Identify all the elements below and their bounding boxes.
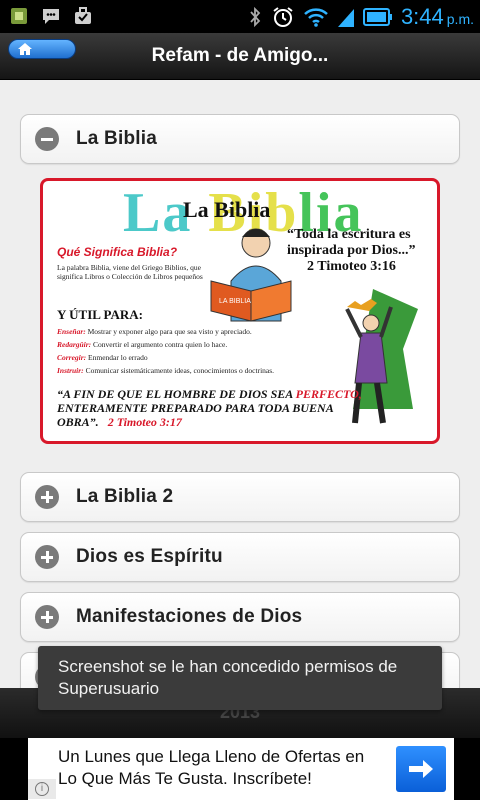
notification-icons	[8, 5, 94, 27]
uses-list: Enseñar: Mostrar y exponer algo para que…	[57, 325, 274, 377]
use-item: Corregir: Enmendar lo errado	[57, 353, 148, 362]
signal-icon	[337, 9, 354, 27]
wifi-icon	[304, 8, 328, 27]
sms-icon	[43, 9, 59, 24]
ad-info-button[interactable]: i	[28, 779, 56, 799]
status-bar: 3:44 p.m.	[0, 0, 480, 33]
ad-banner[interactable]: Un Lunes que Llega Lleno de Ofertas en L…	[0, 738, 480, 800]
action-bar: Refam - de Amigo...	[0, 33, 480, 80]
accordion-item-manifestaciones-de-dios[interactable]: Manifestaciones de Dios	[20, 592, 460, 642]
system-icons: 3:44 p.m.	[247, 2, 474, 32]
accordion-label: La Biblia 2	[76, 486, 174, 507]
book-label: LA BIBLIA	[219, 298, 251, 305]
plus-circle-icon	[35, 485, 59, 509]
use-item: Redargüir: Convertir el argumento contra…	[57, 340, 228, 349]
accordion-label: Dios es Espíritu	[76, 546, 223, 567]
briefcase-icon	[75, 7, 91, 24]
question-heading: Qué Significa Biblia?	[57, 245, 178, 259]
use-item: Instruir: Comunicar sistemáticamente ide…	[57, 366, 275, 375]
accordion-label: La Biblia	[76, 128, 157, 149]
accordion-label: Manifestaciones de Dios	[76, 606, 303, 627]
toast-message: Screenshot se le han concedido permisos …	[38, 646, 442, 710]
plus-circle-icon	[35, 545, 59, 569]
battery-icon	[362, 8, 392, 26]
plus-circle-icon	[35, 605, 59, 629]
minus-circle-icon	[35, 127, 59, 151]
accordion-item-dios-es-espiritu[interactable]: Dios es Espíritu	[20, 532, 460, 582]
bible-quote: “Toda la escritura es inspirada por Dios…	[287, 227, 416, 274]
clock: 3:44 p.m.	[400, 4, 474, 29]
util-heading: Y ÚTIL PARA:	[57, 307, 143, 322]
accordion-item-la-biblia[interactable]: La Biblia	[20, 114, 460, 164]
content-area[interactable]: La Biblia La Biblia La Biblia LA BIBLIA …	[0, 80, 480, 738]
bluetooth-icon	[250, 6, 261, 28]
final-verse: “A FIN DE QUE EL HOMBRE DE DIOS SEA PERF…	[57, 387, 362, 429]
ad-action-button[interactable]	[396, 746, 446, 792]
bible-image: La Biblia La Biblia LA BIBLIA “Toda la e…	[40, 178, 440, 444]
ad-text[interactable]: Un Lunes que Llega Lleno de Ofertas en L…	[58, 746, 378, 790]
usb-icon	[11, 8, 27, 24]
use-item: Enseñar: Mostrar y exponer algo para que…	[57, 327, 252, 336]
arrow-right-icon	[409, 760, 433, 778]
accordion-item-la-biblia-2[interactable]: La Biblia 2	[20, 472, 460, 522]
alarm-icon	[273, 7, 293, 27]
ad-content[interactable]: Un Lunes que Llega Lleno de Ofertas en L…	[28, 738, 454, 800]
info-icon: i	[35, 782, 49, 796]
page-title: Refam - de Amigo...	[151, 45, 329, 66]
bible-image-title: La Biblia	[183, 197, 271, 222]
question-description: La palabra Biblia, viene del Griego Bibl…	[57, 263, 203, 281]
